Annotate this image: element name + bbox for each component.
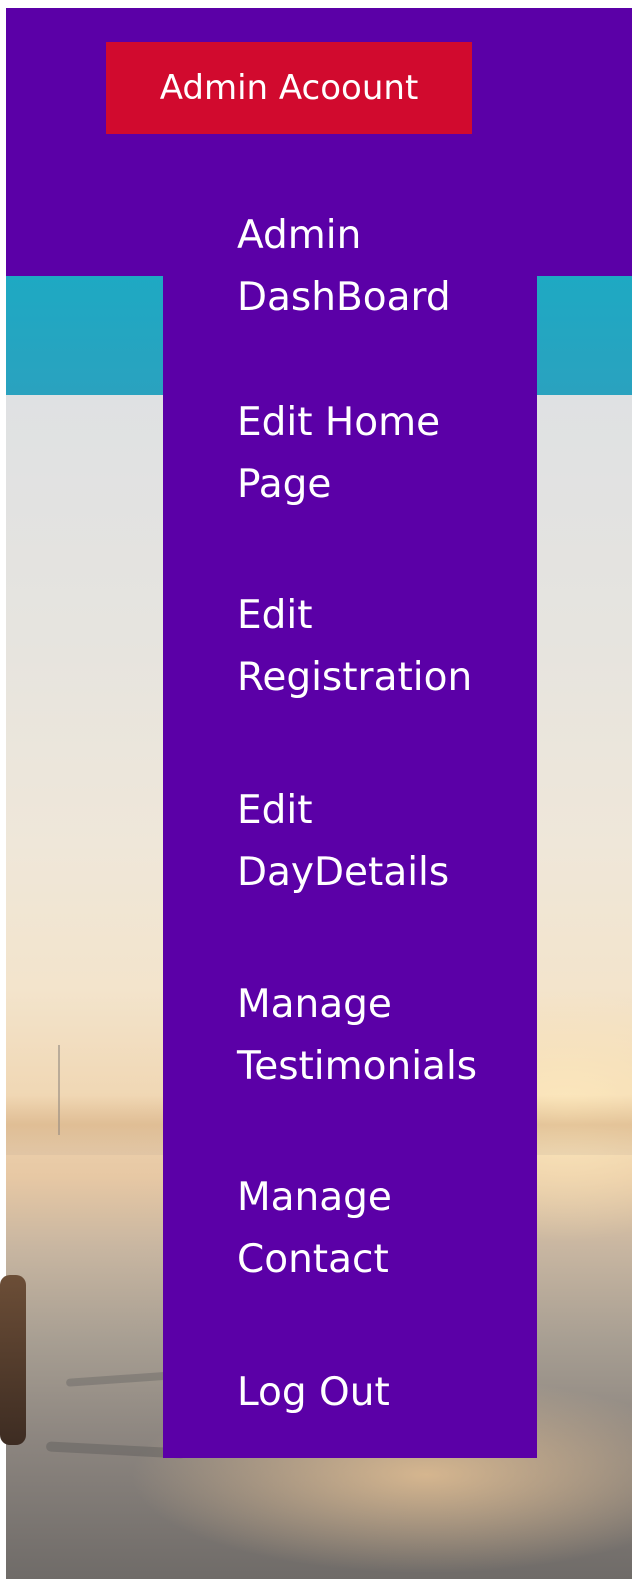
menu-item-edit-home-page[interactable]: Edit Home Page (237, 392, 527, 516)
menu-item-log-out[interactable]: Log Out (237, 1362, 527, 1424)
menu-item-edit-registration[interactable]: Edit Registration (237, 585, 527, 709)
menu-item-edit-daydetails[interactable]: Edit DayDetails (237, 780, 527, 904)
person-silhouette (0, 1275, 26, 1445)
sand-patch (65, 1371, 177, 1387)
page: Admin Acoount Admin DashBoard Edit Home … (0, 0, 632, 1579)
admin-account-button[interactable]: Admin Acoount (106, 42, 472, 134)
menu-item-admin-dashboard[interactable]: Admin DashBoard (237, 205, 527, 329)
distant-pole (58, 1045, 60, 1135)
menu-item-manage-contact[interactable]: Manage Contact (237, 1167, 527, 1291)
admin-dropdown-menu: Admin DashBoard Edit Home Page Edit Regi… (163, 190, 537, 1458)
menu-item-manage-testimonials[interactable]: Manage Testimonials (237, 974, 527, 1098)
